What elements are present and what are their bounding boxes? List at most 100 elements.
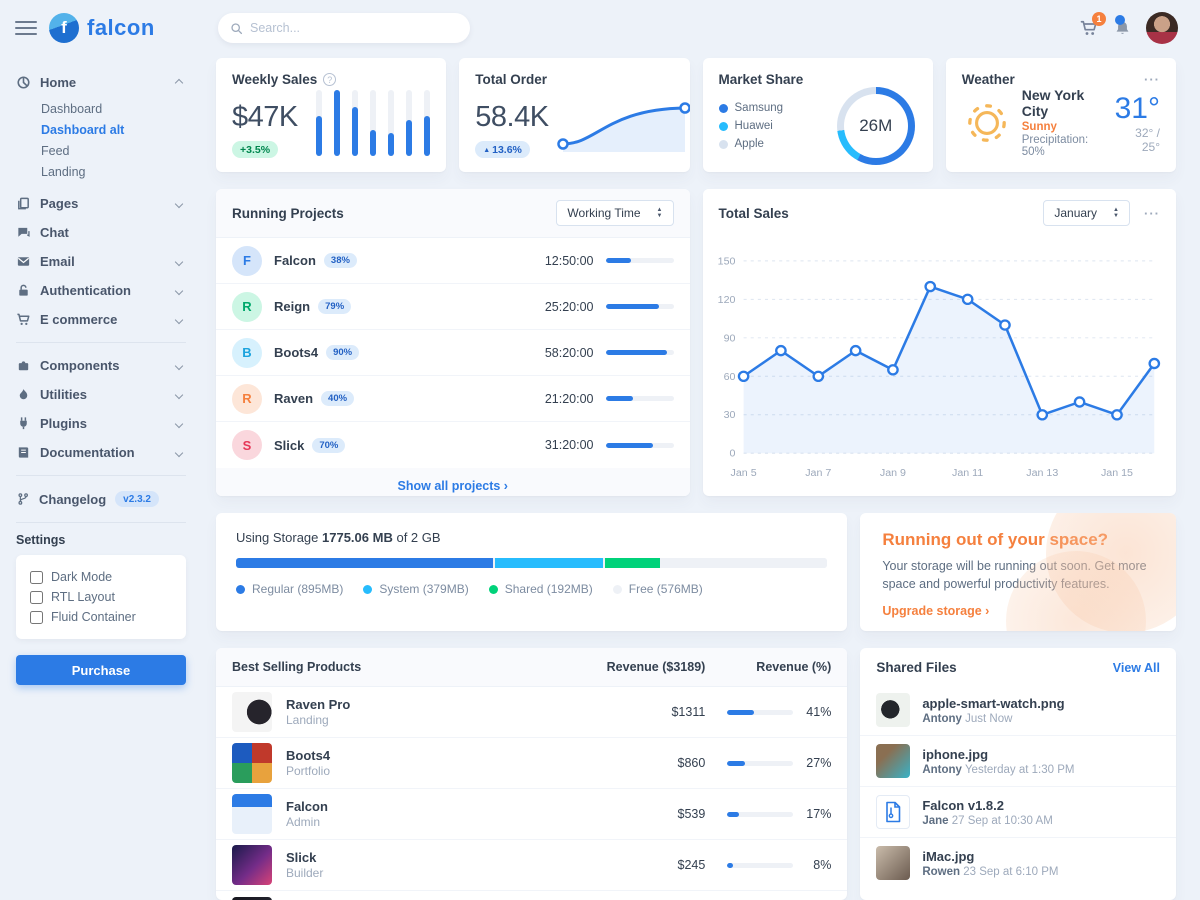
product-percent: 17%: [803, 807, 831, 821]
weekly-sales-value: $47K: [232, 101, 298, 134]
market-share-card: Market Share Samsung Huawei Apple 26M: [703, 58, 933, 172]
project-row[interactable]: B Boots4 90% 58:20:00: [216, 330, 690, 376]
view-all-link[interactable]: View All: [1113, 661, 1160, 675]
show-all-projects-link[interactable]: Show all projects ›: [398, 479, 508, 493]
product-category: Admin: [286, 815, 320, 829]
storage-legend-dot: [236, 585, 245, 594]
product-percent: 8%: [803, 858, 831, 872]
product-row[interactable]: SlickBuilder $245 8%: [216, 840, 847, 891]
sidebar-item-label: Email: [40, 254, 75, 269]
svg-text:Jan 13: Jan 13: [1026, 467, 1058, 479]
month-select[interactable]: January: [1043, 200, 1130, 226]
project-badge: 38%: [324, 253, 357, 268]
sidebar-item-pages[interactable]: Pages: [16, 189, 186, 218]
brand-logo[interactable]: f falcon: [49, 13, 155, 43]
sidebar-item-dashboard-alt[interactable]: Dashboard alt: [41, 120, 186, 141]
product-thumbnail: [232, 692, 272, 732]
project-row[interactable]: F Falcon 38% 12:50:00: [216, 238, 690, 284]
best-selling-title: Best Selling Products: [232, 660, 361, 674]
product-row[interactable]: Raven ProLanding $1311 41%: [216, 687, 847, 738]
weekly-bar: [316, 90, 322, 156]
product-category: Builder: [286, 866, 323, 880]
help-icon[interactable]: [323, 73, 336, 86]
sort-arrows-icon: [657, 207, 663, 219]
percent-column-header: Revenue (%): [705, 660, 831, 674]
product-percent-bar: [727, 812, 793, 817]
total-sales-menu-icon[interactable]: ···: [1144, 206, 1160, 221]
total-order-card: Total Order 58.4K 13.6%: [459, 58, 689, 172]
svg-text:Jan 5: Jan 5: [730, 467, 756, 479]
search-icon: [230, 22, 243, 35]
file-thumbnail: [876, 846, 910, 880]
product-revenue: $539: [555, 807, 705, 821]
search-input[interactable]: [250, 21, 458, 35]
sidebar-item-dashboard[interactable]: Dashboard: [41, 99, 186, 120]
fluid-container-checkbox[interactable]: [30, 611, 43, 624]
notifications-button[interactable]: [1113, 19, 1132, 38]
select-value: Working Time: [567, 206, 640, 220]
sidebar-item-landing[interactable]: Landing: [41, 162, 186, 183]
legend-item: Regular (895MB): [236, 582, 343, 596]
chevron-up-icon: [175, 78, 183, 86]
file-row[interactable]: iMac.jpg Rowen 23 Sep at 6:10 PM: [860, 838, 1176, 888]
svg-text:0: 0: [729, 448, 735, 460]
product-category: Portfolio: [286, 764, 330, 778]
dark-mode-label: Dark Mode: [51, 570, 112, 584]
upgrade-space-banner: Running out of your space? Your storage …: [860, 513, 1176, 631]
storage-legend-dot: [363, 585, 372, 594]
sidebar-item-chat[interactable]: Chat: [16, 218, 186, 247]
dark-mode-toggle[interactable]: Dark Mode: [30, 567, 172, 587]
cart-button[interactable]: 1: [1079, 18, 1099, 38]
weather-title: Weather: [962, 72, 1015, 87]
chevron-down-icon: [175, 390, 183, 398]
shopping-cart-icon: [16, 312, 31, 327]
sidebar-item-ecommerce[interactable]: E commerce: [16, 305, 186, 334]
project-row[interactable]: R Reign 79% 25:20:00: [216, 284, 690, 330]
weather-condition: Sunny: [1022, 121, 1105, 133]
file-row[interactable]: iphone.jpg Antony Yesterday at 1:30 PM: [860, 736, 1176, 787]
pie-chart-icon: [16, 75, 31, 90]
file-row[interactable]: apple-smart-watch.png Antony Just Now: [860, 685, 1176, 736]
project-name: Slick: [274, 438, 304, 453]
sidebar-item-components[interactable]: Components: [16, 351, 186, 380]
fluid-container-toggle[interactable]: Fluid Container: [30, 607, 172, 627]
fire-icon: [16, 387, 31, 402]
product-percent-fill: [727, 812, 738, 817]
sidebar-item-utilities[interactable]: Utilities: [16, 380, 186, 409]
svg-text:120: 120: [717, 294, 735, 306]
search-box[interactable]: [218, 13, 470, 43]
product-row[interactable]: [216, 891, 847, 900]
sidebar-item-changelog[interactable]: Changelog v2.3.2: [16, 484, 186, 514]
product-row[interactable]: FalconAdmin $539 17%: [216, 789, 847, 840]
total-sales-card: Total Sales January ··· 0306090120150Jan…: [703, 189, 1177, 496]
project-row[interactable]: S Slick 70% 31:20:00: [216, 422, 690, 468]
project-progress-bar: [606, 304, 674, 309]
hamburger-menu-icon[interactable]: [15, 17, 37, 39]
chevron-down-icon: [175, 419, 183, 427]
sidebar-item-authentication[interactable]: Authentication: [16, 276, 186, 305]
file-user: Jane: [922, 815, 948, 827]
purchase-button[interactable]: Purchase: [16, 655, 186, 685]
dark-mode-checkbox[interactable]: [30, 571, 43, 584]
sidebar-item-home[interactable]: Home: [16, 68, 186, 97]
project-badge: 90%: [326, 345, 359, 360]
sidebar-item-plugins[interactable]: Plugins: [16, 409, 186, 438]
sidebar-item-feed[interactable]: Feed: [41, 141, 186, 162]
project-row[interactable]: R Raven 40% 21:20:00: [216, 376, 690, 422]
working-time-select[interactable]: Working Time: [556, 200, 673, 226]
puzzle-icon: [16, 358, 31, 373]
svg-text:150: 150: [717, 255, 735, 267]
upgrade-storage-link[interactable]: Upgrade storage ›: [882, 604, 989, 618]
sidebar-item-email[interactable]: Email: [16, 247, 186, 276]
file-row[interactable]: Falcon v1.8.2 Jane 27 Sep at 10:30 AM: [860, 787, 1176, 838]
product-row[interactable]: Boots4Portfolio $860 27%: [216, 738, 847, 789]
project-avatar: R: [232, 384, 262, 414]
rtl-layout-toggle[interactable]: RTL Layout: [30, 587, 172, 607]
project-name: Raven: [274, 391, 313, 406]
rtl-layout-checkbox[interactable]: [30, 591, 43, 604]
sidebar-item-documentation[interactable]: Documentation: [16, 438, 186, 467]
user-avatar[interactable]: [1146, 12, 1178, 44]
weather-menu-icon[interactable]: ···: [1144, 72, 1160, 87]
sidebar-item-label: Authentication: [40, 283, 131, 298]
home-submenu: Dashboard Dashboard alt Feed Landing: [41, 99, 186, 183]
